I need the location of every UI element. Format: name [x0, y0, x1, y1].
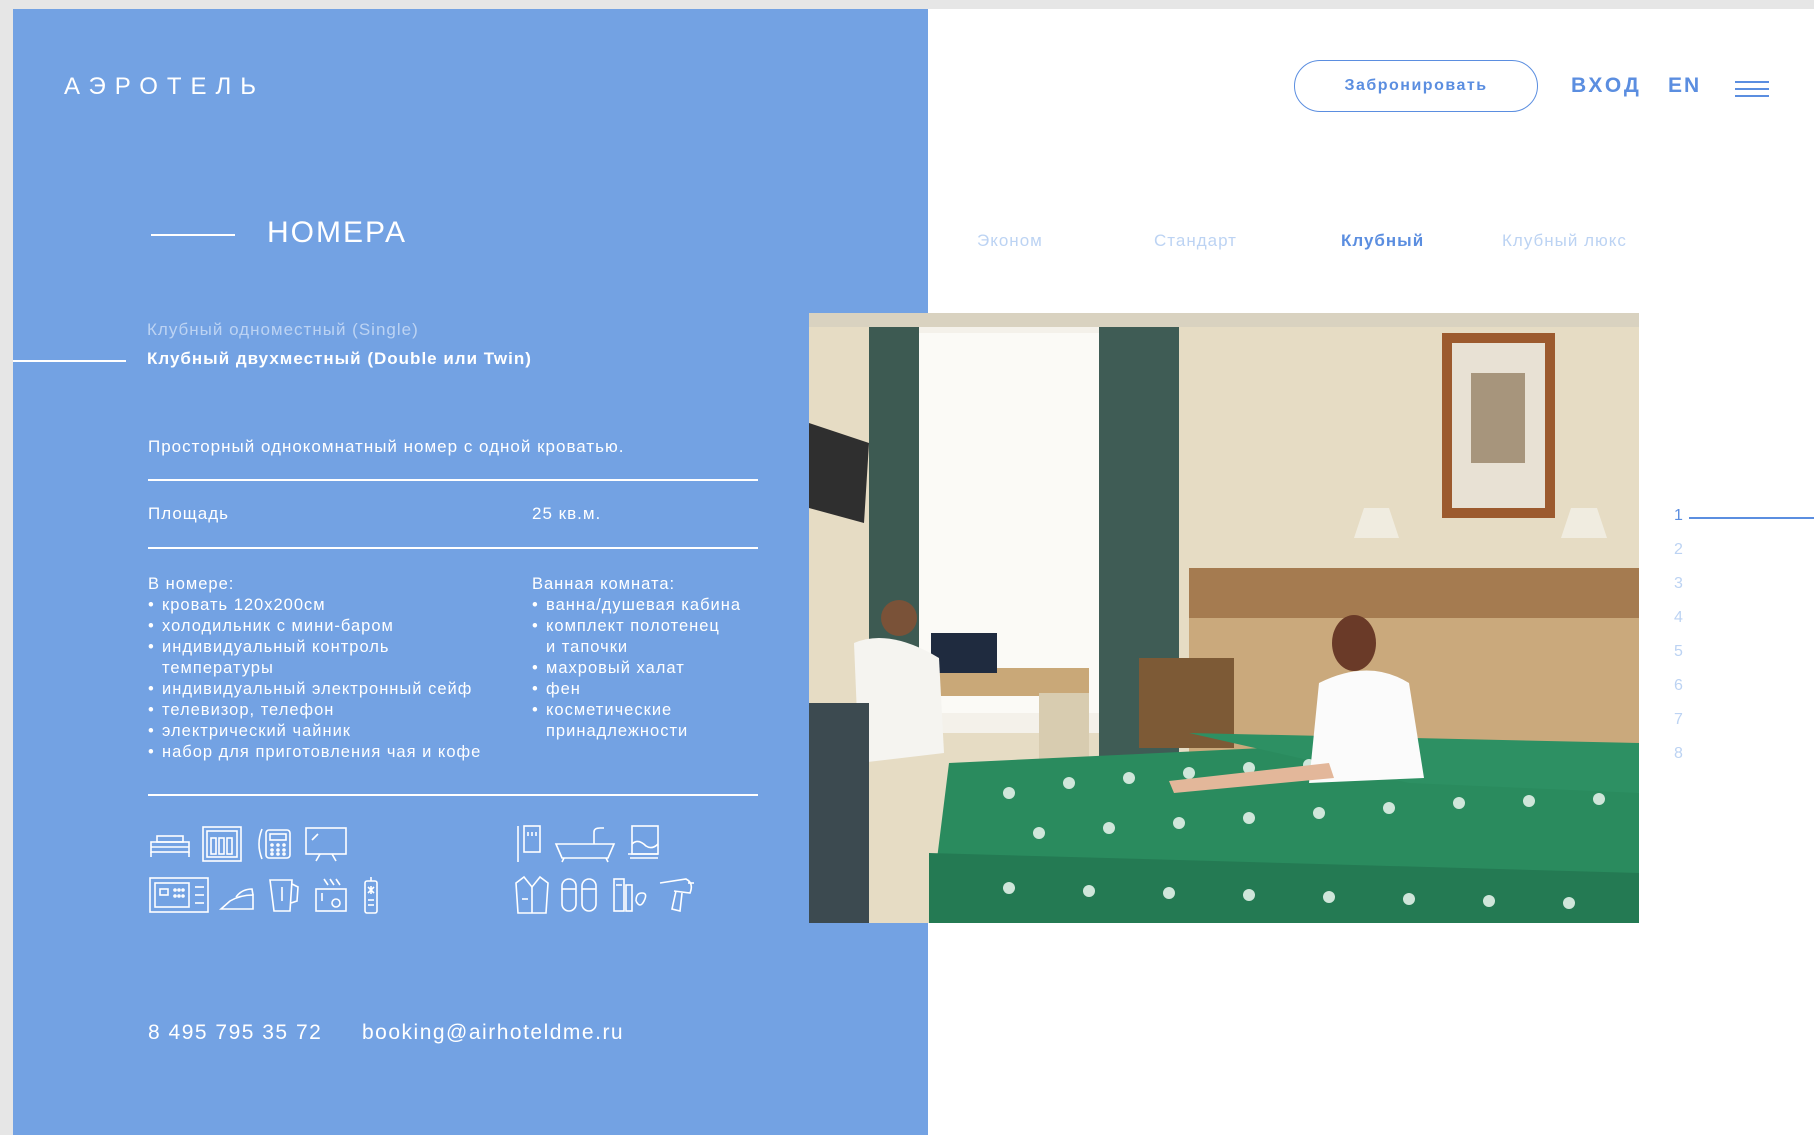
- amenity-item: телевизор, телефон: [148, 700, 481, 721]
- room-icons-row: [148, 875, 384, 915]
- page-number[interactable]: 7: [1674, 703, 1683, 737]
- tv-icon: [304, 824, 348, 864]
- area-value: 25 кв.м.: [532, 504, 602, 523]
- bathtub-icon: [554, 824, 616, 864]
- amenity-item: косметические: [532, 700, 741, 721]
- slippers-icon: [558, 875, 600, 915]
- room-type-single[interactable]: Клубный одноместный (Single): [147, 320, 419, 340]
- amenity-item: кровать 120x200см: [148, 595, 481, 616]
- tab-club-lux[interactable]: Клубный люкс: [1502, 231, 1627, 251]
- gallery-pagination: 1 2 3 4 5 6 7 8: [1674, 499, 1683, 771]
- login-link[interactable]: ВХОД: [1571, 74, 1642, 98]
- amenity-item: электрический чайник: [148, 721, 481, 742]
- safe-icon: [148, 875, 210, 915]
- bathroom-title: Ванная комната:: [532, 575, 676, 593]
- page-number[interactable]: 4: [1674, 601, 1683, 635]
- toiletries-icon: [608, 875, 648, 915]
- amenity-item: индивидуальный электронный сейф: [148, 679, 481, 700]
- section-title-line: [151, 234, 235, 236]
- amenity-item-continuation: и тапочки: [546, 638, 629, 656]
- page: АЭРОТЕЛЬ НОМЕРА Клубный одноместный (Sin…: [13, 9, 1814, 1135]
- language-switch[interactable]: EN: [1668, 74, 1701, 98]
- divider: [148, 479, 758, 481]
- in-room-amenities: В номере: кровать 120x200см холодильник …: [148, 574, 481, 763]
- in-room-title: В номере:: [148, 575, 235, 593]
- phone-icon: [252, 824, 296, 864]
- minibar-icon: [200, 824, 244, 864]
- logo[interactable]: АЭРОТЕЛЬ: [64, 73, 265, 101]
- iron-icon: [218, 875, 256, 915]
- amenity-item-continuation: температуры: [162, 659, 274, 677]
- amenity-item: фен: [532, 679, 741, 700]
- section-title: НОМЕРА: [267, 216, 408, 249]
- tea-set-icon: [310, 875, 350, 915]
- bathroom-amenities: Ванная комната: ванна/душевая кабина ком…: [532, 574, 741, 742]
- contact-email[interactable]: booking@airhoteldme.ru: [362, 1021, 624, 1045]
- left-info-panel: АЭРОТЕЛЬ НОМЕРА Клубный одноместный (Sin…: [13, 9, 928, 1135]
- room-icons-row: [148, 824, 348, 864]
- bed-icon: [148, 824, 192, 864]
- divider: [148, 547, 758, 549]
- hairdryer-icon: [656, 875, 698, 915]
- page-number[interactable]: 2: [1674, 533, 1683, 567]
- bathrobe-icon: [514, 875, 550, 915]
- kettle-icon: [264, 875, 302, 915]
- tab-club[interactable]: Клубный: [1341, 231, 1424, 251]
- shower-icon: [514, 824, 546, 864]
- bath-icons-row: [514, 875, 698, 915]
- ac-remote-icon: [358, 875, 384, 915]
- page-number[interactable]: 8: [1674, 737, 1683, 771]
- amenity-item-continuation: принадлежности: [546, 722, 689, 740]
- hamburger-menu-icon[interactable]: [1735, 81, 1769, 99]
- amenity-item: холодильник с мини-баром: [148, 616, 481, 637]
- amenity-item: комплект полотенец: [532, 616, 741, 637]
- amenity-item: махровый халат: [532, 658, 741, 679]
- page-active-line: [1689, 517, 1814, 519]
- amenity-item: набор для приготовления чая и кофе: [148, 742, 481, 763]
- page-number[interactable]: 6: [1674, 669, 1683, 703]
- page-number[interactable]: 1: [1674, 499, 1683, 533]
- amenity-item: ванна/душевая кабина: [532, 595, 741, 616]
- page-number[interactable]: 3: [1674, 567, 1683, 601]
- page-number[interactable]: 5: [1674, 635, 1683, 669]
- tab-standard[interactable]: Стандарт: [1154, 231, 1237, 251]
- room-description: Просторный однокомнатный номер с одной к…: [148, 437, 625, 456]
- divider: [148, 794, 758, 796]
- room-photo: [809, 313, 1639, 923]
- area-label: Площадь: [148, 504, 230, 523]
- room-type-double[interactable]: Клубный двухместный (Double или Twin): [147, 349, 532, 369]
- contact-phone[interactable]: 8 495 795 35 72: [148, 1021, 322, 1045]
- room-type-active-line: [13, 360, 126, 362]
- towel-icon: [624, 824, 662, 864]
- book-button[interactable]: Забронировать: [1294, 60, 1538, 112]
- bath-icons-row: [514, 824, 662, 864]
- amenity-item: индивидуальный контроль: [148, 637, 481, 658]
- tab-econom[interactable]: Эконом: [977, 231, 1043, 251]
